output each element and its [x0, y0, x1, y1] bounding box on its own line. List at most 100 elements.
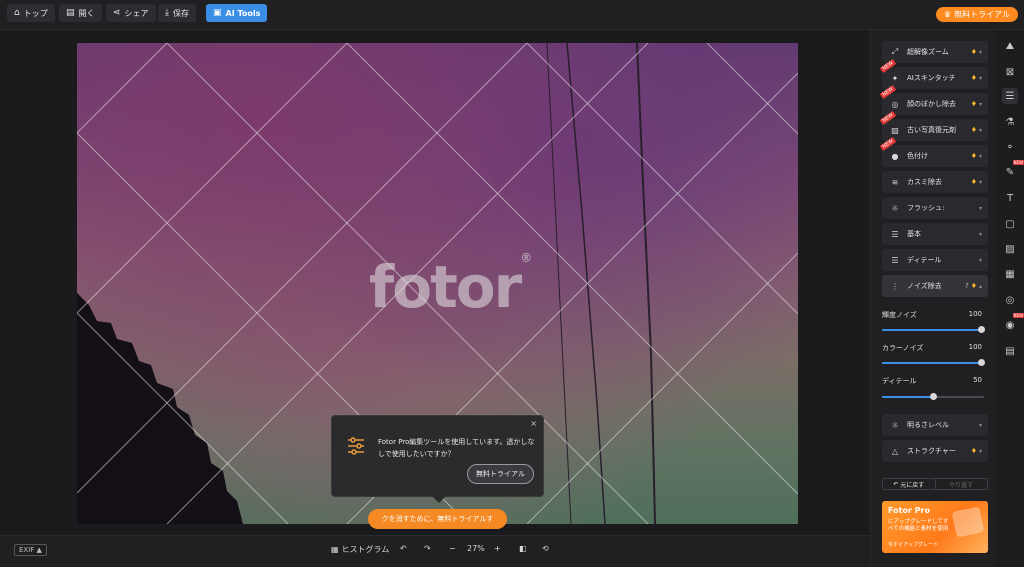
file-open-icon: ▤: [66, 7, 75, 18]
tool-flash[interactable]: ☼ フラッシュ: ▾: [882, 197, 988, 219]
pro-gem-icon: ♦: [970, 447, 977, 455]
popup-trial-button[interactable]: 無料トライアル: [467, 464, 534, 484]
tool-photo-restore[interactable]: NEW ▨ 古い写真復元剤 ♦ ▾: [879, 110, 988, 141]
histogram-button[interactable]: ▦ ヒストグラム: [331, 544, 389, 555]
notes-icon[interactable]: ▤: [1002, 343, 1018, 359]
help-icon[interactable]: ?: [965, 282, 969, 290]
zoom-level: 27%: [467, 544, 485, 553]
detail-slider[interactable]: [882, 393, 984, 400]
free-trial-button[interactable]: ♛ 無料トライアル: [935, 7, 1018, 22]
popup-tail: [432, 496, 446, 503]
save-button[interactable]: ⤓ 保存: [158, 4, 196, 22]
panel-redo-button[interactable]: やり直す: [934, 479, 988, 489]
zoom-out-icon[interactable]: −: [449, 544, 456, 553]
dehaze-icon: ≋: [891, 177, 899, 187]
remove-watermark-button[interactable]: クを消すために、無料トライアルす: [368, 509, 507, 529]
chevron-down-icon: ▾: [978, 48, 982, 56]
luminance-noise-label: 輝度ノイズ: [882, 311, 917, 319]
frame-icon[interactable]: ▢: [1002, 216, 1018, 232]
tool-face-deblur[interactable]: NEW ◎ 顔のぼかし除去 ♦ ▾: [879, 84, 988, 115]
tool-dehaze[interactable]: ≋ カスミ除去 ♦ ▾: [882, 171, 988, 193]
exif-toggle[interactable]: EXIF ▲: [14, 544, 47, 556]
tool-detail[interactable]: ☰ ディテール ▾: [882, 249, 988, 271]
gift-icon: [951, 506, 985, 538]
share-button[interactable]: ⋖ シェア: [106, 4, 156, 22]
chevron-down-icon: ▾: [978, 421, 982, 429]
bottom-toolbar: EXIF ▲ ▦ ヒストグラム ↶ ↷ − 27% + ◧ ⟲: [0, 535, 870, 567]
pro-gem-icon: ♦: [970, 74, 977, 82]
luminance-noise-value: 100: [968, 310, 982, 318]
brightness-icon: ☼: [891, 420, 899, 430]
brush-icon[interactable]: ✎ NEW: [1002, 160, 1024, 180]
detail-icon: ☰: [891, 255, 899, 265]
pro-gem-icon: ♦: [970, 178, 977, 186]
pro-tool-popup: × Fotor Pro編集ツールを使用しています。透かしなしで使用したいですか？…: [331, 415, 544, 503]
compare-icon[interactable]: ◧: [519, 544, 527, 553]
text-icon[interactable]: T: [1002, 190, 1018, 206]
tool-colorize[interactable]: NEW ● 色付け ♦ ▾: [879, 136, 988, 167]
adjust-panel: ⤢ 超解像ズーム ♦ ▾ NEW ✦ AIスキンタッチ ♦ ▾ NEW ◎ 顔の…: [870, 30, 996, 567]
share-icon: ⋖: [113, 7, 121, 18]
zoom-in-icon[interactable]: +: [494, 544, 501, 553]
pro-gem-icon: ♦: [970, 282, 977, 290]
tool-brightness-level[interactable]: ☼ 明るさレベル ▾: [882, 414, 988, 436]
slider-handle[interactable]: [930, 393, 937, 400]
detail-value: 50: [973, 376, 982, 384]
chevron-down-icon: ▾: [978, 152, 982, 160]
top-toolbar: ⌂ トップ ▤ 開く ⋖ シェア ⤓ 保存 ▣ AI Tools ♛ 無料トライ…: [0, 0, 1024, 30]
canvas-workspace: fotor® × Fotor Pro編集ツールを使用しています。透かしなしで使用…: [0, 30, 870, 535]
color-noise-slider[interactable]: [882, 359, 985, 366]
tool-rail: ⛰ ⊠ ☰ ⚗ ⚬ ✎ NEW T ▢ ▨ ▦ ◎ ◉ NEW ▤: [996, 30, 1024, 567]
colorize-icon: ●: [891, 151, 899, 161]
undo-icon: ↶: [893, 480, 899, 488]
ai-effects-icon[interactable]: ◉ NEW: [1002, 313, 1024, 333]
tool-basic[interactable]: ☰ 基本 ▾: [882, 223, 988, 245]
tool-denoise[interactable]: ⋮ ノイズ除去 ? ♦ ▴: [882, 275, 988, 297]
tool-ai-skin[interactable]: NEW ✦ AIスキンタッチ ♦ ▾: [879, 58, 988, 89]
ai-tools-button[interactable]: ▣ AI Tools: [206, 4, 268, 22]
slider-handle[interactable]: [978, 326, 985, 333]
ai-tools-icon: ▣: [213, 7, 222, 18]
fotor-watermark: fotor®: [369, 251, 532, 321]
open-button[interactable]: ▤ 開く: [59, 4, 102, 22]
color-noise-value: 100: [968, 343, 982, 351]
basic-icon: ☰: [891, 229, 899, 239]
photo-restore-icon: ▨: [891, 125, 899, 135]
home-button[interactable]: ⌂ トップ: [7, 4, 55, 22]
chevron-down-icon: ▾: [978, 126, 982, 134]
chevron-down-icon: ▾: [978, 230, 982, 238]
pro-gem-icon: ♦: [970, 126, 977, 134]
popup-message: Fotor Pro編集ツールを使用しています。透かしなしで使用したいですか？: [378, 438, 535, 458]
adjust-icon[interactable]: ☰: [1002, 88, 1018, 104]
tool-super-resolution[interactable]: ⤢ 超解像ズーム ♦ ▾: [882, 41, 988, 63]
home-icon: ⌂: [14, 7, 20, 18]
sliders-icon: [348, 437, 364, 455]
fotor-pro-promo[interactable]: Fotor Pro にアップグレードしてすべての機能と素材を使用 今すぐアップグ…: [882, 501, 988, 553]
redo-icon[interactable]: ↷: [424, 544, 431, 553]
tool-structure[interactable]: △ ストラクチャー ♦ ▾: [882, 440, 988, 462]
color-noise-label: カラーノイズ: [882, 344, 924, 352]
chevron-down-icon: ▾: [978, 204, 982, 212]
effects-icon[interactable]: ⚗: [1002, 114, 1018, 130]
filters-icon[interactable]: ⚬: [1002, 139, 1018, 155]
panel-undo-button[interactable]: ↶ 元に戻す: [883, 479, 935, 489]
reset-icon[interactable]: ⟲: [542, 544, 549, 553]
crop-icon[interactable]: ⊠: [1002, 64, 1018, 80]
super-resolution-icon: ⤢: [891, 47, 899, 56]
texture-icon[interactable]: ▦: [1002, 266, 1018, 282]
detail-label: ディテール: [882, 377, 917, 385]
circle-icon[interactable]: ◎: [1002, 292, 1018, 308]
denoise-icon: ⋮: [891, 281, 899, 291]
face-deblur-icon: ◎: [891, 99, 899, 109]
flash-icon: ☼: [891, 203, 899, 213]
slider-handle[interactable]: [978, 359, 985, 366]
download-icon: ⤓: [165, 7, 169, 18]
templates-icon[interactable]: ⛰: [1002, 38, 1018, 54]
elements-icon[interactable]: ▨: [1002, 241, 1018, 257]
pro-gem-icon: ♦: [970, 152, 977, 160]
luminance-noise-slider[interactable]: [882, 326, 985, 333]
chevron-down-icon: ▾: [978, 256, 982, 264]
undo-redo-group: ↶ 元に戻す やり直す: [882, 478, 988, 490]
close-icon[interactable]: ×: [530, 419, 537, 428]
undo-icon[interactable]: ↶: [400, 544, 407, 553]
